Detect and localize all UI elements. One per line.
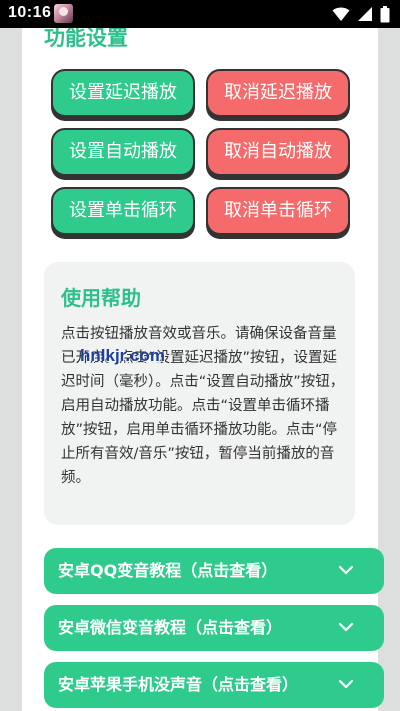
- accordion-qq-voice-tutorial[interactable]: 安卓QQ变音教程（点击查看）: [44, 548, 384, 594]
- chevron-down-icon: [338, 565, 354, 575]
- section-title: 功能设置: [44, 28, 128, 50]
- accordion-apple-no-sound[interactable]: 安卓苹果手机没声音（点击查看）: [44, 662, 384, 708]
- status-time: 10:16: [8, 4, 52, 21]
- set-auto-play-button[interactable]: 设置自动播放: [51, 128, 195, 176]
- cancel-delay-play-button[interactable]: 取消延迟播放: [206, 69, 350, 117]
- accordion-label: 安卓QQ变音教程（点击查看）: [58, 561, 278, 580]
- set-delay-play-button[interactable]: 设置延迟播放: [51, 69, 195, 117]
- avatar: [54, 4, 73, 23]
- cancel-single-loop-button[interactable]: 取消单击循环: [206, 187, 350, 235]
- accordion-label: 安卓苹果手机没声音（点击查看）: [58, 675, 299, 694]
- accordion-label: 安卓微信变音教程（点击查看）: [58, 618, 283, 637]
- battery-icon: [380, 5, 390, 22]
- wifi-icon: [332, 7, 350, 21]
- page: 功能设置 设置延迟播放 取消延迟播放 设置自动播放 取消自动播放 设置单击循环 …: [0, 28, 400, 711]
- set-single-loop-button[interactable]: 设置单击循环: [51, 187, 195, 235]
- cancel-auto-play-button[interactable]: 取消自动播放: [206, 128, 350, 176]
- signal-icon: [358, 7, 372, 21]
- status-bar: 10:16: [0, 0, 400, 28]
- side-margin-left: [0, 28, 22, 711]
- accordion-wechat-voice-tutorial[interactable]: 安卓微信变音教程（点击查看）: [44, 605, 384, 651]
- chevron-down-icon: [338, 622, 354, 632]
- watermark: hnlkjr.com: [80, 346, 166, 365]
- help-title: 使用帮助: [61, 286, 141, 310]
- chevron-down-icon: [338, 679, 354, 689]
- help-box: 使用帮助 点击按钮播放音效或音乐。请确保设备音量已开启。点击“设置延迟播放”按钮…: [44, 262, 355, 525]
- status-icons: [332, 5, 390, 23]
